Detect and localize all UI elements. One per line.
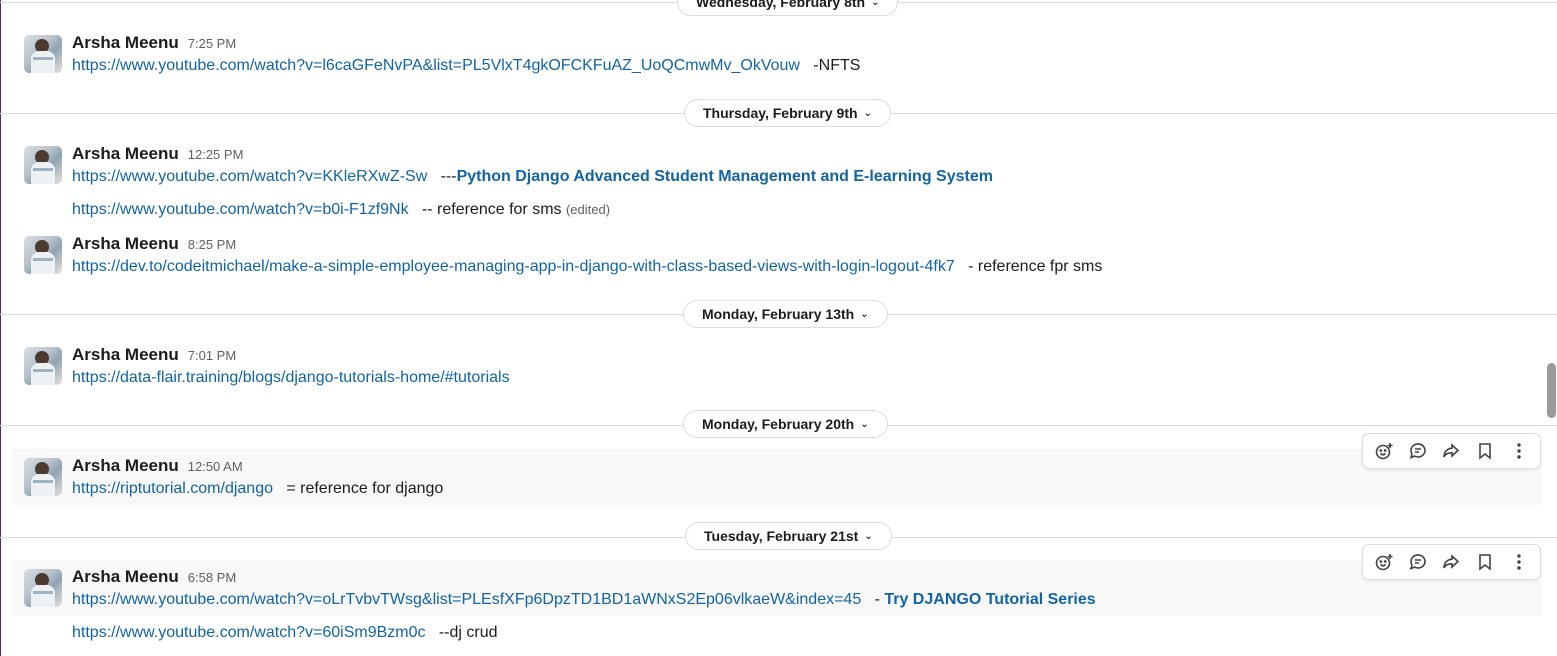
message-actions-toolbar — [1362, 544, 1541, 580]
avatar[interactable] — [24, 347, 62, 385]
message-link[interactable]: https://www.youtube.com/watch?v=oLrTvbvT… — [72, 591, 861, 608]
date-label: Monday, February 20th — [702, 416, 855, 432]
edited-label: (edited) — [565, 202, 611, 217]
date-label: Tuesday, February 21st — [704, 528, 859, 544]
message-text: -NFTS — [799, 57, 861, 74]
date-pill-thu[interactable]: Thursday, February 9th ⌄ — [684, 99, 891, 127]
date-label: Thursday, February 9th — [703, 105, 858, 121]
more-actions-icon[interactable] — [1505, 548, 1533, 576]
chevron-down-icon: ⌄ — [860, 308, 869, 320]
message-text: -- reference for sms — [408, 201, 566, 218]
message-text: --dj crud — [425, 624, 498, 641]
author-name[interactable]: Arsha Meenu — [72, 144, 179, 164]
message-body: https://www.youtube.com/watch?v=KKleRXwZ… — [72, 168, 993, 186]
author-name[interactable]: Arsha Meenu — [72, 33, 179, 53]
chevron-down-icon: ⌄ — [864, 530, 873, 542]
message-body: https://data-flair.training/blogs/django… — [72, 369, 510, 387]
message-text: --- — [427, 168, 457, 185]
message-link[interactable]: https://www.youtube.com/watch?v=60iSm9Bz… — [72, 624, 426, 641]
avatar[interactable] — [24, 458, 62, 496]
author-name[interactable]: Arsha Meenu — [72, 456, 179, 476]
date-pill-mon13[interactable]: Monday, February 13th ⌄ — [683, 300, 888, 328]
avatar[interactable] — [24, 236, 62, 274]
message-link[interactable]: https://dev.to/codeitmichael/make-a-simp… — [72, 258, 955, 275]
avatar[interactable] — [24, 569, 62, 607]
chevron-down-icon: ⌄ — [860, 418, 869, 430]
message-header: Arsha Meenu 8:25 PM — [72, 234, 236, 254]
message-link[interactable]: https://riptutorial.com/django — [72, 480, 273, 497]
avatar[interactable] — [24, 35, 62, 73]
timestamp[interactable]: 12:50 AM — [188, 459, 243, 474]
scrollbar-thumb[interactable] — [1547, 363, 1556, 418]
author-name[interactable]: Arsha Meenu — [72, 567, 179, 587]
message-text: - reference fpr sms — [954, 258, 1103, 275]
link-title[interactable]: Python Django Advanced Student Managemen… — [457, 168, 993, 185]
message-continuation: https://www.youtube.com/watch?v=60iSm9Bz… — [72, 624, 498, 642]
message-actions-toolbar — [1362, 433, 1541, 469]
message-text: = reference for django — [273, 480, 444, 497]
bookmark-icon[interactable] — [1471, 437, 1499, 465]
timestamp[interactable]: 7:01 PM — [188, 348, 236, 363]
avatar[interactable] — [24, 146, 62, 184]
message-header: Arsha Meenu 7:01 PM — [72, 345, 236, 365]
more-actions-icon[interactable] — [1505, 437, 1533, 465]
author-name[interactable]: Arsha Meenu — [72, 234, 179, 254]
date-pill-wed[interactable]: Wednesday, February 8th ⌄ — [677, 0, 899, 16]
bookmark-icon[interactable] — [1471, 548, 1499, 576]
reply-thread-icon[interactable] — [1404, 437, 1432, 465]
message-body: https://riptutorial.com/django = referen… — [72, 480, 443, 498]
message-link[interactable]: https://data-flair.training/blogs/django… — [72, 369, 510, 386]
message-header: Arsha Meenu 7:25 PM — [72, 33, 236, 53]
timestamp[interactable]: 6:58 PM — [188, 570, 236, 585]
timestamp[interactable]: 8:25 PM — [188, 237, 236, 252]
sidebar-edge — [0, 0, 1, 656]
message-link[interactable]: https://www.youtube.com/watch?v=l6caGFeN… — [72, 57, 800, 74]
message-text: - — [861, 591, 885, 608]
message-body: https://www.youtube.com/watch?v=oLrTvbvT… — [72, 591, 1096, 609]
author-name[interactable]: Arsha Meenu — [72, 345, 179, 365]
date-label: Wednesday, February 8th — [696, 0, 866, 10]
date-label: Monday, February 13th — [702, 306, 855, 322]
timestamp[interactable]: 12:25 PM — [188, 147, 244, 162]
share-icon[interactable] — [1437, 548, 1465, 576]
date-pill-mon20[interactable]: Monday, February 20th ⌄ — [683, 410, 888, 438]
chevron-down-icon: ⌄ — [863, 107, 872, 119]
reply-thread-icon[interactable] — [1404, 548, 1432, 576]
add-reaction-icon[interactable] — [1370, 548, 1398, 576]
add-reaction-icon[interactable] — [1370, 437, 1398, 465]
message-continuation: https://www.youtube.com/watch?v=b0i-F1zf… — [72, 201, 610, 219]
message-body: https://dev.to/codeitmichael/make-a-simp… — [72, 258, 1102, 276]
date-pill-tue21[interactable]: Tuesday, February 21st ⌄ — [685, 522, 892, 550]
message-header: Arsha Meenu 6:58 PM — [72, 567, 236, 587]
message-body: https://www.youtube.com/watch?v=l6caGFeN… — [72, 57, 860, 75]
message-link[interactable]: https://www.youtube.com/watch?v=KKleRXwZ… — [72, 168, 427, 185]
timestamp[interactable]: 7:25 PM — [188, 36, 236, 51]
link-title[interactable]: Try DJANGO Tutorial Series — [884, 591, 1095, 608]
chevron-down-icon: ⌄ — [871, 0, 880, 8]
message-header: Arsha Meenu 12:50 AM — [72, 456, 243, 476]
message-link[interactable]: https://www.youtube.com/watch?v=b0i-F1zf… — [72, 201, 409, 218]
message-header: Arsha Meenu 12:25 PM — [72, 144, 243, 164]
share-icon[interactable] — [1437, 437, 1465, 465]
